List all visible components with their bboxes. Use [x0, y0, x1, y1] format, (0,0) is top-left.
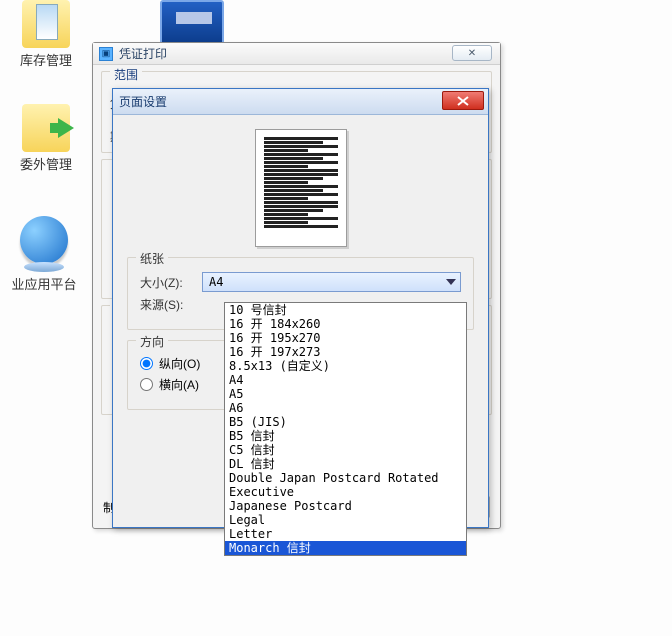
- orientation-portrait[interactable]: 纵向(O): [140, 355, 234, 372]
- globe-icon: [20, 216, 68, 264]
- folder-arrow-icon: [22, 104, 70, 152]
- fieldset-legend-paper: 纸张: [136, 250, 168, 267]
- close-button[interactable]: [442, 91, 484, 110]
- fieldset-legend-orientation: 方向: [136, 333, 168, 350]
- page-preview: [255, 129, 347, 247]
- close-button[interactable]: ✕: [452, 45, 492, 61]
- desktop-icon-label: 业应用平台: [2, 274, 86, 293]
- dropdown-option[interactable]: A4: [225, 373, 466, 387]
- dropdown-option[interactable]: A5: [225, 387, 466, 401]
- radio-portrait[interactable]: [140, 357, 153, 370]
- desktop-icon-label: 委外管理: [4, 154, 88, 173]
- folder-building-icon: [22, 0, 70, 48]
- dropdown-option[interactable]: Monarch 信封: [225, 541, 466, 555]
- dropdown-option[interactable]: B5 (JIS): [225, 415, 466, 429]
- dropdown-option[interactable]: 10 号信封: [225, 303, 466, 317]
- paper-size-combobox[interactable]: A4: [202, 272, 461, 292]
- desktop-icon-inventory[interactable]: 库存管理: [4, 0, 88, 69]
- dropdown-option[interactable]: C5 信封: [225, 443, 466, 457]
- dropdown-option[interactable]: 16 开 184x260: [225, 317, 466, 331]
- size-label: 大小(Z):: [140, 274, 202, 291]
- radio-label: 横向(A): [159, 376, 199, 393]
- dropdown-option[interactable]: 8.5x13 (自定义): [225, 359, 466, 373]
- paper-size-dropdown[interactable]: 10 号信封16 开 184x26016 开 195x27016 开 197x2…: [224, 302, 467, 556]
- dropdown-option[interactable]: Executive: [225, 485, 466, 499]
- radio-landscape[interactable]: [140, 378, 153, 391]
- dropdown-option[interactable]: 16 开 197x273: [225, 345, 466, 359]
- group-label-range: 范围: [110, 66, 142, 83]
- close-icon: [457, 96, 469, 106]
- desktop-icon-label: 库存管理: [4, 50, 88, 69]
- dropdown-option[interactable]: Double Japan Postcard Rotated: [225, 471, 466, 485]
- dropdown-option[interactable]: 16 开 195x270: [225, 331, 466, 345]
- dialog-titlebar[interactable]: 页面设置: [113, 89, 488, 115]
- desktop-icon-platform[interactable]: 业应用平台: [2, 216, 86, 293]
- window-title: 凭证打印: [119, 45, 167, 62]
- dialog-title: 页面设置: [119, 93, 167, 110]
- desktop-icon-outsource[interactable]: 委外管理: [4, 104, 88, 173]
- window-icon: ▣: [99, 47, 113, 61]
- monitor-icon[interactable]: [160, 0, 224, 48]
- dropdown-option[interactable]: B5 信封: [225, 429, 466, 443]
- dropdown-option[interactable]: DL 信封: [225, 457, 466, 471]
- radio-label: 纵向(O): [159, 355, 200, 372]
- source-label: 来源(S):: [140, 296, 202, 313]
- dropdown-option[interactable]: Legal: [225, 513, 466, 527]
- titlebar[interactable]: ▣ 凭证打印: [93, 43, 500, 65]
- dropdown-option[interactable]: Japanese Postcard: [225, 499, 466, 513]
- dropdown-option[interactable]: A6: [225, 401, 466, 415]
- orientation-landscape[interactable]: 横向(A): [140, 376, 234, 393]
- dropdown-option[interactable]: Letter: [225, 527, 466, 541]
- chevron-down-icon: [446, 279, 456, 285]
- combo-value: A4: [209, 275, 223, 289]
